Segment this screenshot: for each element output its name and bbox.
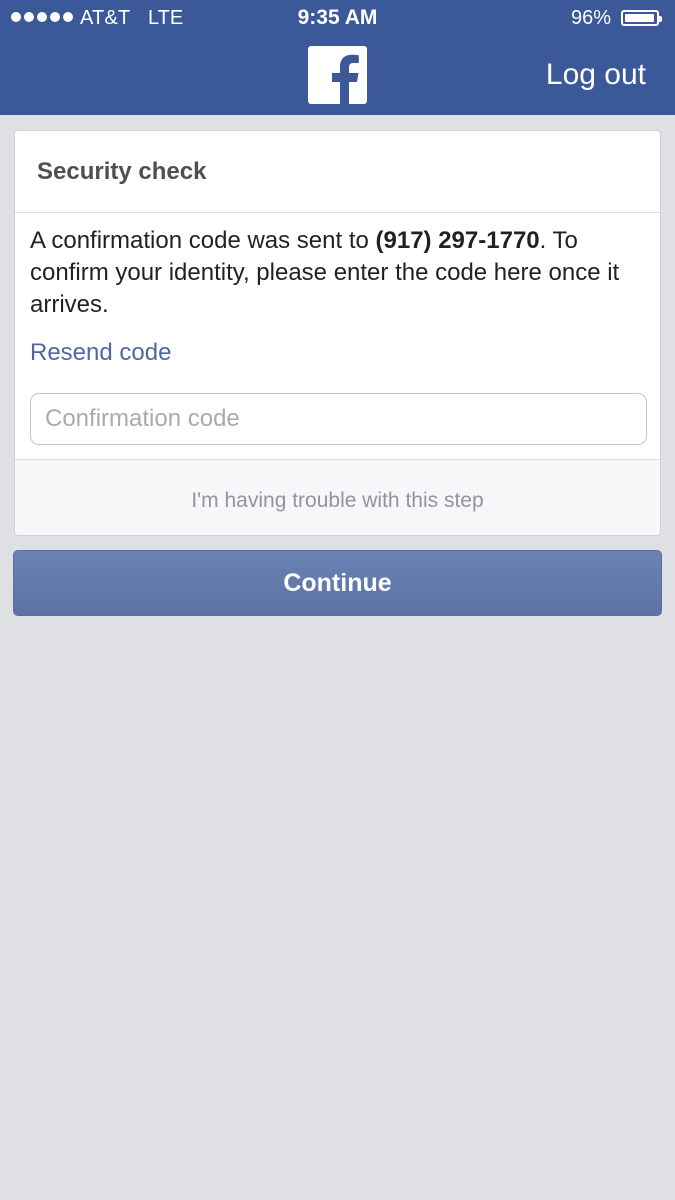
card-footer: I'm having trouble with this step: [15, 459, 660, 535]
card-title: Security check: [37, 158, 207, 185]
facebook-f-icon: [308, 46, 367, 104]
trouble-link[interactable]: I'm having trouble with this step: [191, 489, 483, 513]
message-text-start: A confirmation code was sent to: [30, 227, 376, 254]
security-check-card: Security check A confirmation code was s…: [14, 130, 661, 536]
logout-button[interactable]: Log out: [546, 58, 646, 92]
confirmation-code-input[interactable]: [30, 393, 647, 445]
confirmation-message: A confirmation code was sent to (917) 29…: [30, 225, 655, 321]
battery-icon: [621, 10, 662, 26]
resend-code-link[interactable]: Resend code: [30, 339, 171, 367]
phone-number: (917) 297-1770: [375, 227, 540, 254]
battery-fill: [625, 14, 654, 22]
status-bar: AT&T LTE 9:35 AM 96%: [0, 0, 675, 38]
battery-percent: 96%: [571, 7, 612, 29]
continue-button[interactable]: Continue: [13, 550, 662, 616]
top-bar: AT&T LTE 9:35 AM 96% Log out: [0, 0, 675, 115]
card-header: Security check: [15, 131, 660, 213]
